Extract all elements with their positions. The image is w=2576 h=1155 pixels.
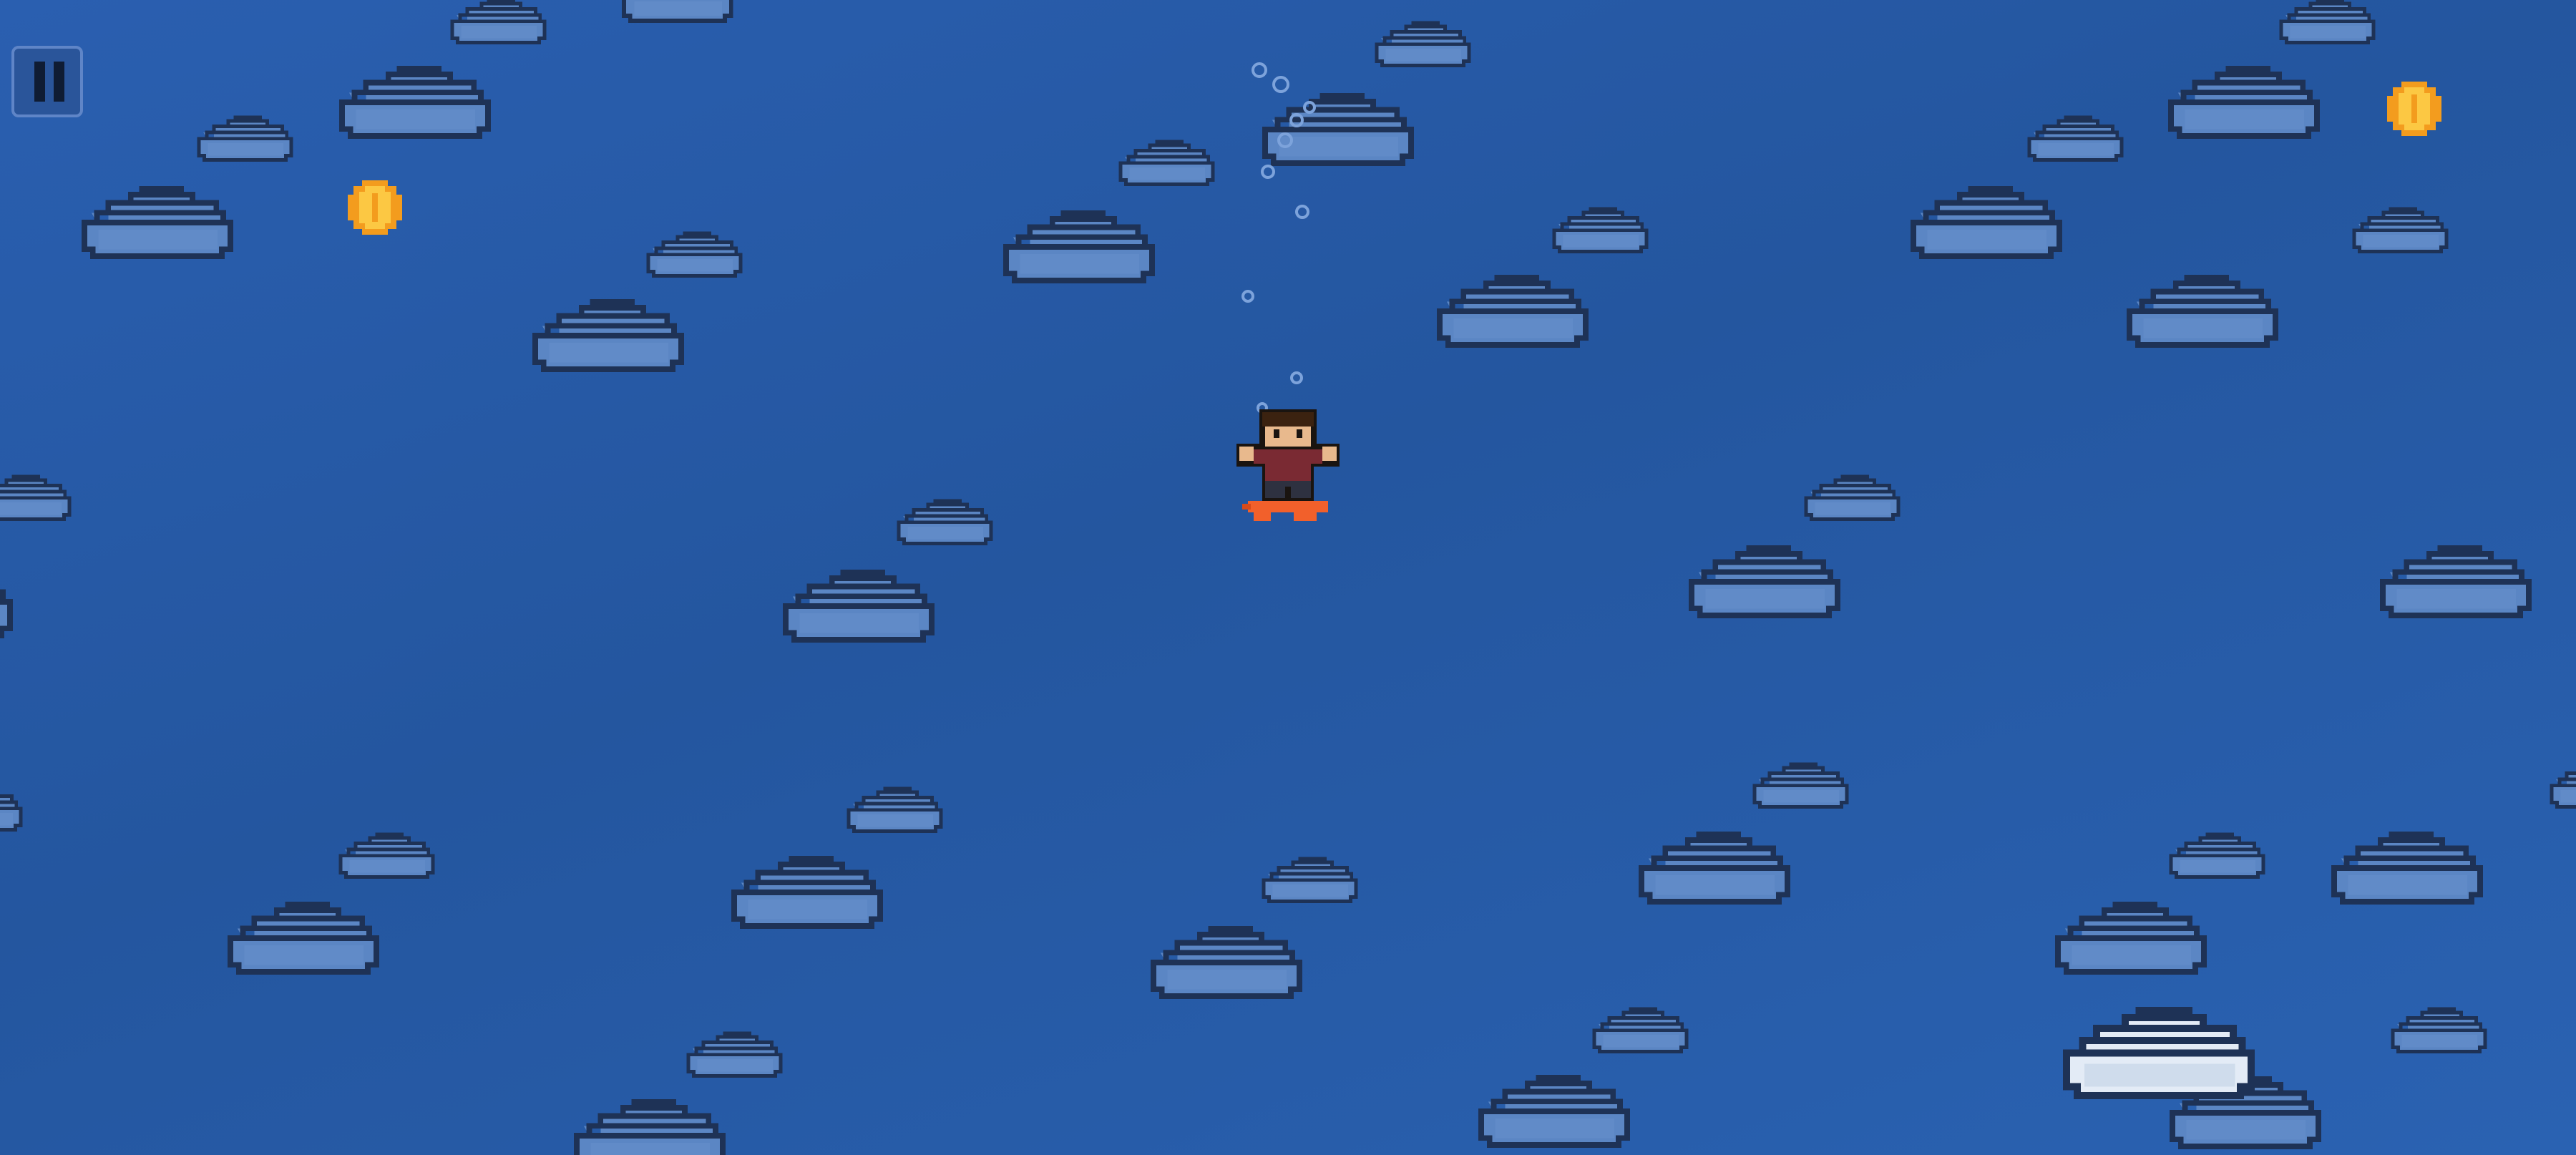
pause-icon [34, 62, 64, 102]
player-character [1236, 409, 1340, 521]
game-viewport[interactable]: Pause [0, 0, 2576, 1155]
pause-bar-right [54, 62, 64, 102]
bubble-trail [1241, 62, 1316, 414]
pause-bar-left [34, 62, 45, 102]
pause-button[interactable]: Pause [11, 46, 83, 117]
